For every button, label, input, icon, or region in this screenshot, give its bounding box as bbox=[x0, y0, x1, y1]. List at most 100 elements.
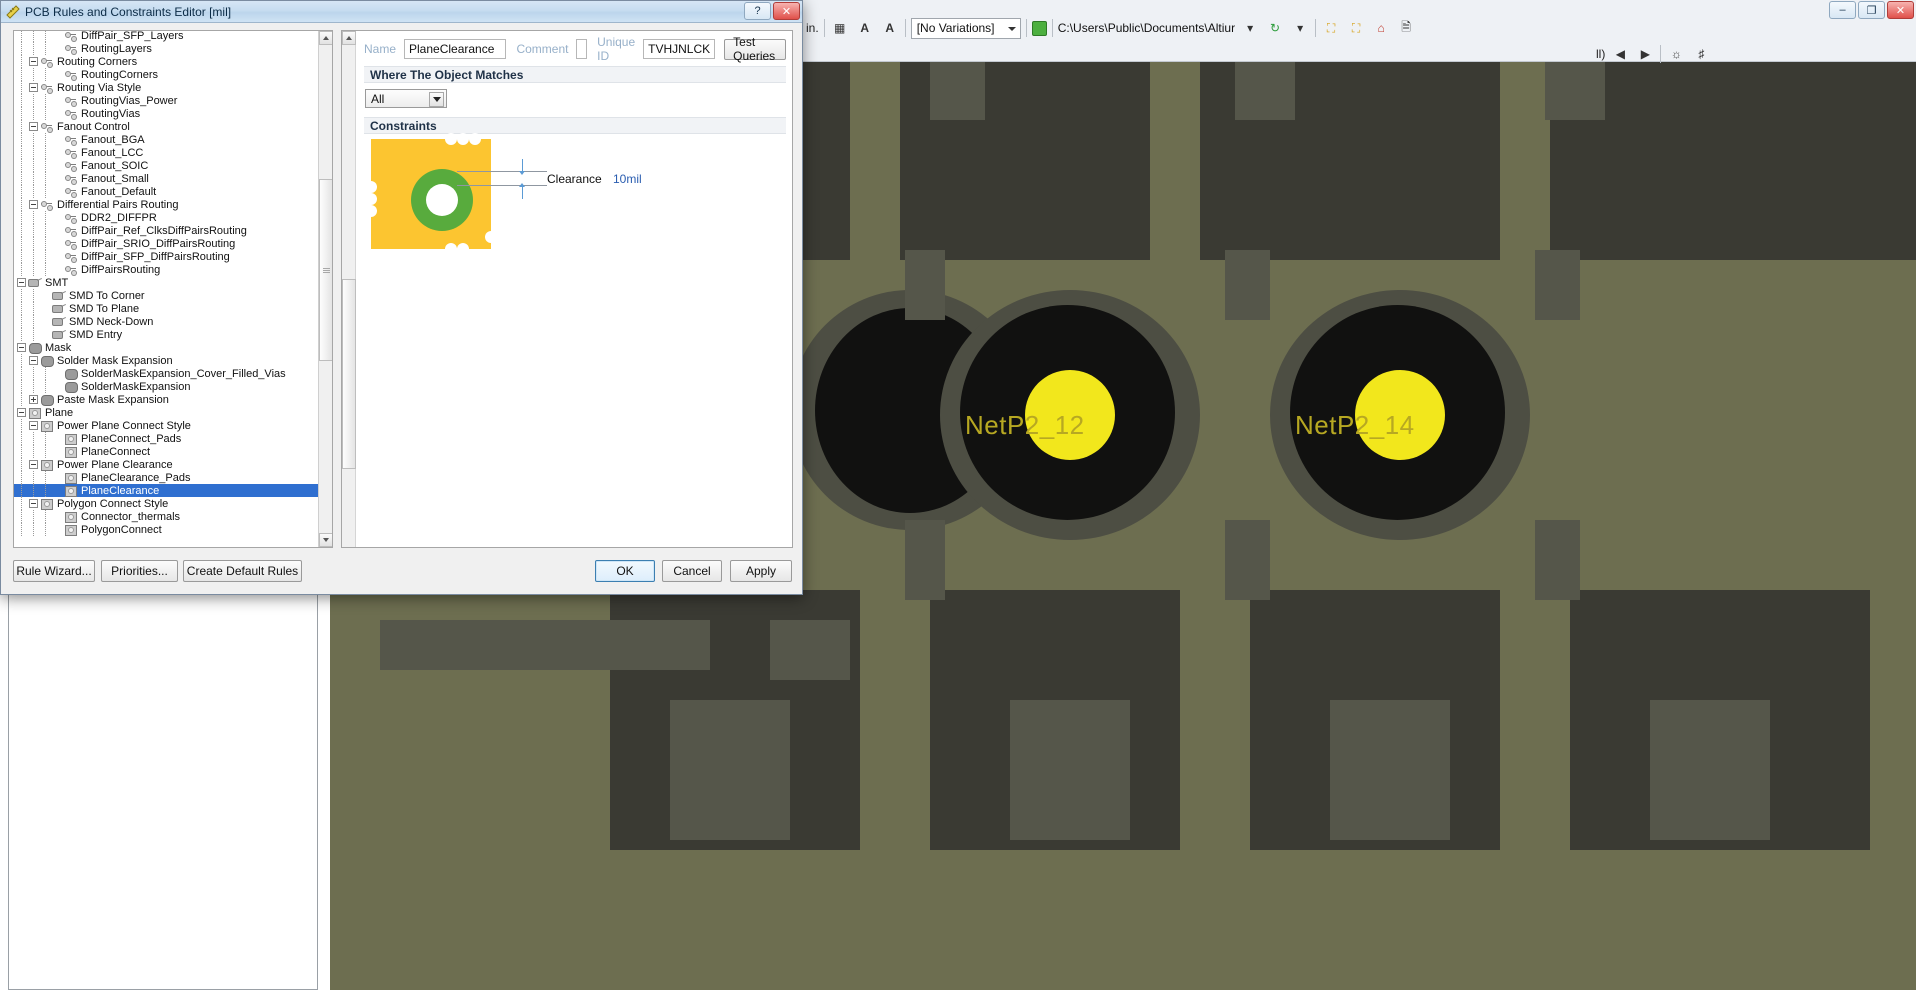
rule-detail-panel[interactable]: Name PlaneClearance Comment Unique ID TV… bbox=[341, 30, 793, 548]
window2-icon[interactable]: ⛶ bbox=[1346, 18, 1366, 38]
help-button[interactable]: ? bbox=[744, 2, 771, 20]
scope-select[interactable]: All bbox=[365, 89, 447, 108]
priorities-button[interactable]: Priorities... bbox=[101, 560, 178, 582]
collapse-toggle-icon[interactable] bbox=[28, 497, 40, 510]
rules-tree-list[interactable]: DiffPair_SFP_Layers RoutingLayers Routing … bbox=[14, 31, 318, 536]
tree-item[interactable]: PolygonConnect bbox=[14, 523, 318, 536]
tree-item[interactable]: Differential Pairs Routing bbox=[14, 198, 318, 211]
clear-filter-icon[interactable]: ♯ bbox=[1691, 44, 1711, 64]
tree-item[interactable]: PlaneConnect_Pads bbox=[14, 432, 318, 445]
page-icon[interactable]: 🗎 bbox=[1396, 18, 1416, 38]
tree-item[interactable]: DiffPair_Ref_ClksDiffPairsRouting bbox=[14, 224, 318, 237]
collapse-toggle-icon[interactable] bbox=[28, 198, 40, 211]
chevron-down-icon[interactable] bbox=[429, 92, 444, 107]
board-icon[interactable]: ▦ bbox=[830, 18, 850, 38]
altium-toolbar[interactable]: in. ▦ A A [No Variations] C:\Users\Publi… bbox=[800, 0, 1916, 64]
collapse-toggle-icon[interactable] bbox=[28, 354, 40, 367]
apply-button[interactable]: Apply bbox=[730, 560, 792, 582]
tree-item[interactable]: DiffPair_SRIO_DiffPairsRouting bbox=[14, 237, 318, 250]
rule-panel-scrollbar[interactable] bbox=[342, 31, 356, 547]
rule-wizard-button[interactable]: Rule Wizard... bbox=[13, 560, 95, 582]
collapse-toggle-icon[interactable] bbox=[16, 406, 28, 419]
chevron-down2-icon[interactable]: ▾ bbox=[1290, 18, 1310, 38]
tree-item[interactable]: DiffPair_SFP_Layers bbox=[14, 31, 318, 42]
rule-scrollbar-thumb[interactable] bbox=[342, 279, 356, 469]
tree-item[interactable]: Power Plane Connect Style bbox=[14, 419, 318, 432]
create-default-rules-button[interactable]: Create Default Rules bbox=[183, 560, 302, 582]
pcb-rules-constraints-editor-dialog[interactable]: PCB Rules and Constraints Editor [mil] ?… bbox=[0, 0, 803, 595]
via-pad-group[interactable]: NetP2_12 bbox=[940, 290, 1200, 550]
tree-item[interactable]: SMD To Corner bbox=[14, 289, 318, 302]
tree-item[interactable]: SMD Entry bbox=[14, 328, 318, 341]
filter-icon[interactable]: ☼ bbox=[1666, 44, 1686, 64]
dialog-window-buttons[interactable]: ? ✕ bbox=[744, 2, 800, 20]
text-a-icon[interactable]: A bbox=[855, 18, 875, 38]
tree-item[interactable]: Power Plane Clearance bbox=[14, 458, 318, 471]
right-arrow-icon[interactable]: ▶ bbox=[1635, 44, 1655, 64]
tree-item[interactable]: Fanout_LCC bbox=[14, 146, 318, 159]
maximize-button[interactable]: ❐ bbox=[1858, 1, 1885, 19]
tree-item[interactable]: Routing Corners bbox=[14, 55, 318, 68]
close-button[interactable]: ✕ bbox=[1887, 1, 1914, 19]
tree-item[interactable]: SMT bbox=[14, 276, 318, 289]
rules-tree-scroll-area[interactable]: DiffPair_SFP_Layers RoutingLayers Routing … bbox=[14, 31, 318, 547]
unique-id-input[interactable]: TVHJNLCK bbox=[643, 39, 716, 59]
minimize-button[interactable]: – bbox=[1829, 1, 1856, 19]
close-icon[interactable]: ✕ bbox=[773, 2, 800, 20]
tree-item[interactable]: Fanout_Small bbox=[14, 172, 318, 185]
variations-combo[interactable]: [No Variations] bbox=[910, 17, 1021, 39]
tree-item[interactable]: PlaneClearance bbox=[14, 484, 318, 497]
via-pad-group[interactable]: NetP2_14 bbox=[1270, 290, 1530, 550]
rule-comment-input[interactable] bbox=[576, 39, 588, 59]
collapse-toggle-icon[interactable] bbox=[28, 419, 40, 432]
left-panel-list[interactable] bbox=[8, 592, 318, 990]
tree-item[interactable]: Plane bbox=[14, 406, 318, 419]
tree-item[interactable]: Fanout Control bbox=[14, 120, 318, 133]
ok-button[interactable]: OK bbox=[595, 560, 655, 582]
tree-item[interactable]: RoutingLayers bbox=[14, 42, 318, 55]
expand-toggle-icon[interactable] bbox=[28, 393, 40, 406]
green-check-icon[interactable] bbox=[1031, 20, 1047, 36]
test-queries-button[interactable]: Test Queries bbox=[724, 35, 786, 63]
rule-name-input[interactable]: PlaneClearance bbox=[404, 39, 507, 59]
home-icon[interactable]: ⌂ bbox=[1371, 18, 1391, 38]
tree-item[interactable]: SolderMaskExpansion_Cover_Filled_Vias bbox=[14, 367, 318, 380]
tree-item[interactable]: Fanout_Default bbox=[14, 185, 318, 198]
collapse-toggle-icon[interactable] bbox=[28, 55, 40, 68]
tree-item[interactable]: Solder Mask Expansion bbox=[14, 354, 318, 367]
refresh-icon[interactable]: ↻ bbox=[1265, 18, 1285, 38]
scrollbar-thumb[interactable] bbox=[319, 179, 332, 361]
tree-item[interactable]: RoutingVias bbox=[14, 107, 318, 120]
tree-item[interactable]: PlaneConnect bbox=[14, 445, 318, 458]
collapse-toggle-icon[interactable] bbox=[28, 458, 40, 471]
clearance-value[interactable]: 10mil bbox=[613, 172, 642, 186]
tree-item[interactable]: PlaneClearance_Pads bbox=[14, 471, 318, 484]
cancel-button[interactable]: Cancel bbox=[662, 560, 722, 582]
tree-item[interactable]: SMD To Plane bbox=[14, 302, 318, 315]
tree-item[interactable]: Routing Via Style bbox=[14, 81, 318, 94]
tree-item[interactable]: RoutingCorners bbox=[14, 68, 318, 81]
collapse-toggle-icon[interactable] bbox=[16, 341, 28, 354]
chevron-down-icon[interactable]: ▾ bbox=[1240, 18, 1260, 38]
window-icon[interactable]: ⛶ bbox=[1321, 18, 1341, 38]
tree-item[interactable]: Fanout_SOIC bbox=[14, 159, 318, 172]
scroll-up-icon[interactable] bbox=[319, 31, 332, 45]
rules-tree-panel[interactable]: DiffPair_SFP_Layers RoutingLayers Routing … bbox=[13, 30, 333, 548]
tree-item[interactable]: DiffPairsRouting bbox=[14, 263, 318, 276]
tree-item[interactable]: SolderMaskExpansion bbox=[14, 380, 318, 393]
app-window-buttons[interactable]: – ❐ ✕ bbox=[1829, 1, 1914, 19]
tree-item[interactable]: DiffPair_SFP_DiffPairsRouting bbox=[14, 250, 318, 263]
rule-scroll-up-icon[interactable] bbox=[342, 31, 356, 45]
tree-item[interactable]: Paste Mask Expansion bbox=[14, 393, 318, 406]
collapse-toggle-icon[interactable] bbox=[28, 120, 40, 133]
tree-item[interactable]: Fanout_BGA bbox=[14, 133, 318, 146]
tree-item[interactable]: DDR2_DIFFPR bbox=[14, 211, 318, 224]
tree-item[interactable]: Connector_thermals bbox=[14, 510, 318, 523]
rules-tree-scrollbar[interactable] bbox=[318, 31, 332, 547]
scroll-down-icon[interactable] bbox=[319, 533, 332, 547]
tree-item[interactable]: SMD Neck-Down bbox=[14, 315, 318, 328]
tree-item[interactable]: RoutingVias_Power bbox=[14, 94, 318, 107]
left-arrow-icon[interactable]: ◀ bbox=[1610, 44, 1630, 64]
collapse-toggle-icon[interactable] bbox=[16, 276, 28, 289]
tree-item[interactable]: Mask bbox=[14, 341, 318, 354]
